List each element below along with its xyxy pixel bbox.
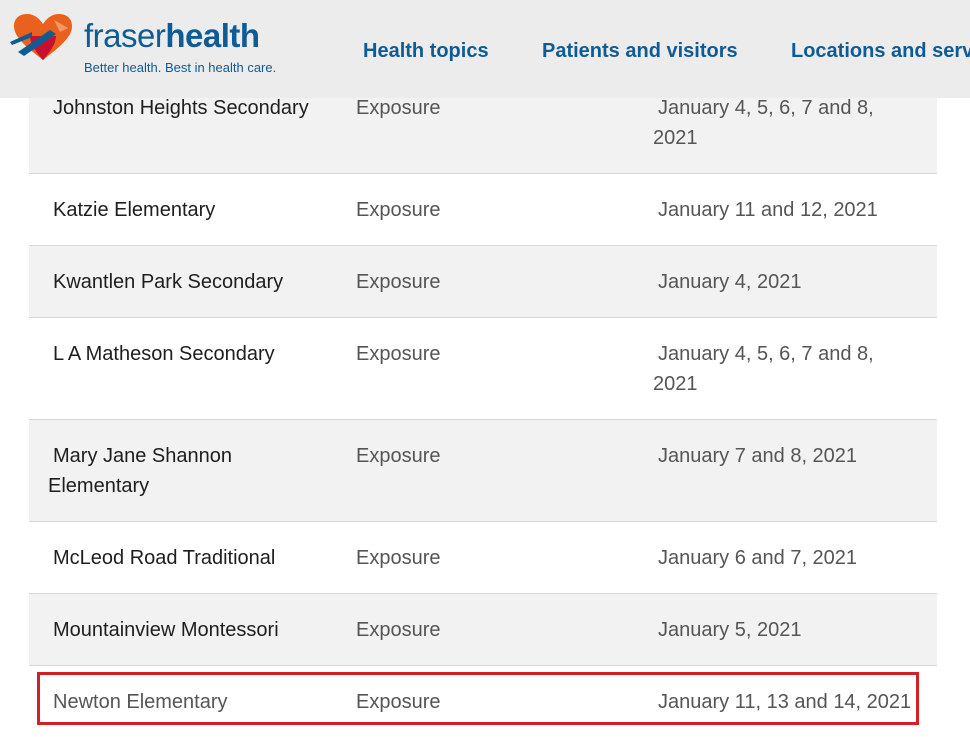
- school-name: Katzie Elementary: [53, 199, 216, 221]
- exposure-type: Exposure: [356, 343, 441, 365]
- school-name: Mary Jane Shannon Elementary: [48, 445, 233, 497]
- nav-patients-and-visitors[interactable]: Patients and visitors: [542, 40, 738, 63]
- school-name: Newton Elementary: [53, 691, 228, 713]
- exposure-dates: January 11, 13 and 14, 2021: [658, 691, 912, 713]
- table-row: L A Matheson Secondary Exposure January …: [29, 318, 937, 420]
- school-name: Kwantlen Park Secondary: [53, 271, 284, 293]
- school-name: McLeod Road Traditional: [53, 547, 276, 569]
- exposure-type: Exposure: [356, 619, 441, 641]
- exposure-dates: January 11 and 12, 2021: [658, 199, 878, 221]
- table-row: Mary Jane Shannon Elementary Exposure Ja…: [29, 420, 937, 522]
- table-row: Katzie Elementary Exposure January 11 an…: [29, 174, 937, 246]
- exposure-type: Exposure: [356, 691, 441, 713]
- exposure-dates: January 4, 2021: [658, 271, 802, 293]
- exposure-dates: January 5, 2021: [658, 619, 802, 641]
- exposure-dates: January 4, 5, 6, 7 and 8, 2021: [653, 343, 874, 395]
- school-name: L A Matheson Secondary: [53, 343, 275, 365]
- exposure-dates: January 4, 5, 6, 7 and 8, 2021: [653, 97, 874, 149]
- table-row-highlighted: Newton Elementary Exposure January 11, 1…: [29, 666, 937, 737]
- exposure-dates: January 7 and 8, 2021: [658, 445, 858, 467]
- exposure-type: Exposure: [356, 445, 441, 467]
- table-row: Mountainview Montessori Exposure January…: [29, 594, 937, 666]
- table-row: McLeod Road Traditional Exposure January…: [29, 522, 937, 594]
- main-nav: Health topics Patients and visitors Loca…: [0, 40, 970, 66]
- school-name: Mountainview Montessori: [53, 619, 279, 641]
- site-header: fraserhealth Better health. Best in heal…: [0, 0, 970, 98]
- exposure-type: Exposure: [356, 547, 441, 569]
- table-row: Johnston Heights Secondary Exposure Janu…: [29, 96, 937, 174]
- exposure-type: Exposure: [356, 199, 441, 221]
- table-row: Kwantlen Park Secondary Exposure January…: [29, 246, 937, 318]
- school-exposure-table: Johnston Heights Secondary Exposure Janu…: [29, 96, 937, 737]
- nav-health-topics[interactable]: Health topics: [363, 40, 489, 63]
- exposure-dates: January 6 and 7, 2021: [658, 547, 858, 569]
- exposure-type: Exposure: [356, 271, 441, 293]
- nav-locations-and-services[interactable]: Locations and serv: [791, 40, 970, 63]
